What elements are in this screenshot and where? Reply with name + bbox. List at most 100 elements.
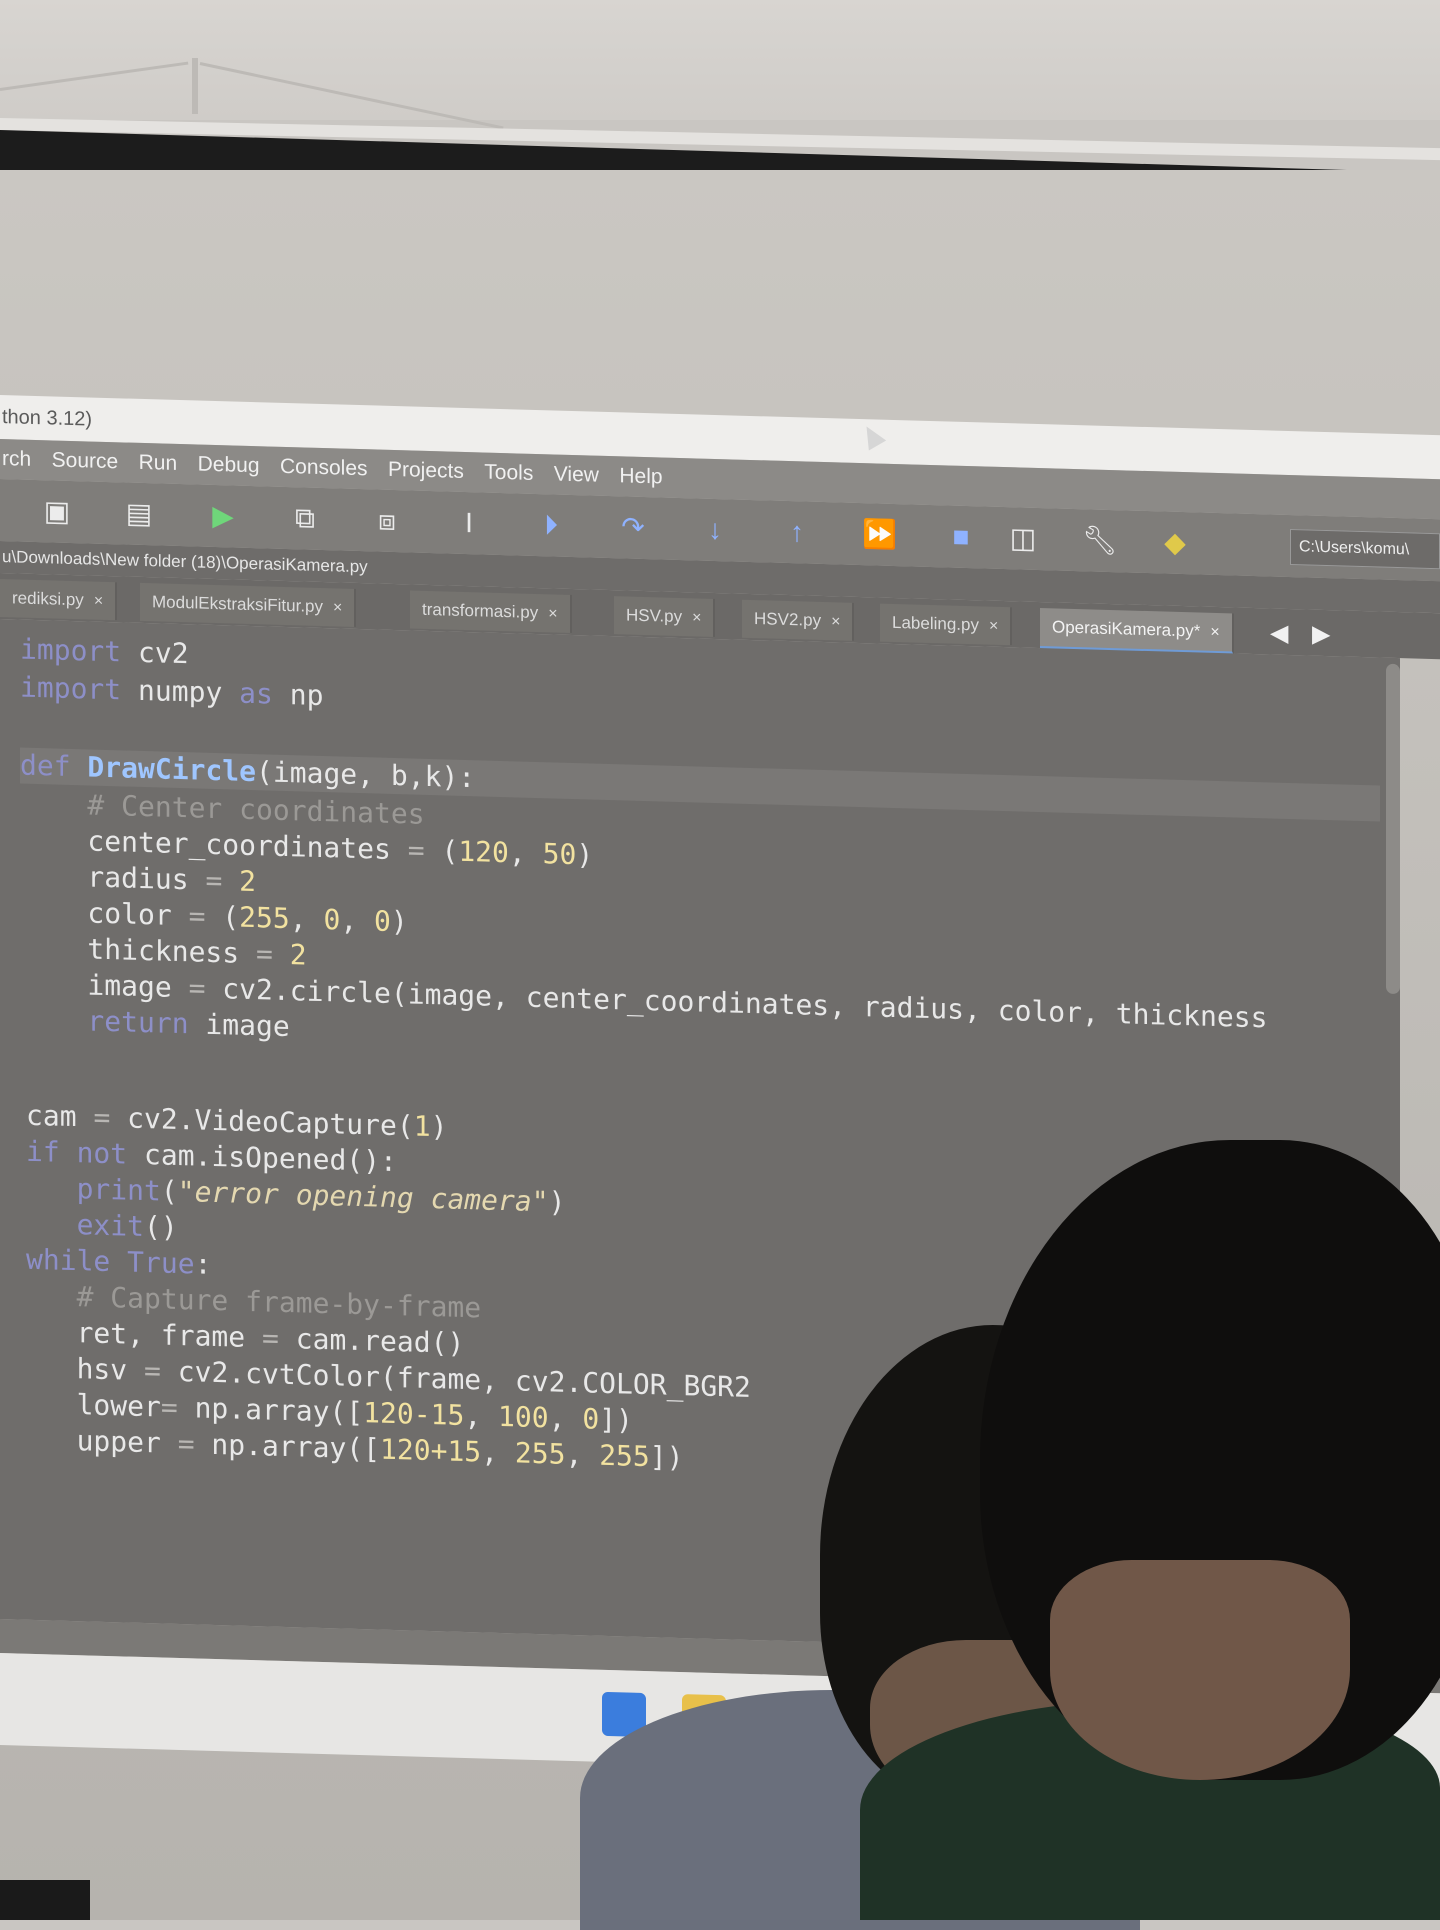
menu-run[interactable]: Run [139, 443, 178, 484]
number: 2 [222, 864, 257, 899]
tab-label: rediksi.py [12, 588, 84, 610]
code-text: ) [430, 1110, 448, 1144]
close-icon[interactable]: × [94, 593, 103, 610]
mount-post [192, 58, 198, 114]
operator: = [93, 1100, 111, 1135]
menu-view[interactable]: View [554, 454, 599, 495]
person-face [1050, 1560, 1350, 1780]
code-text: ret, frame [26, 1314, 263, 1355]
close-icon[interactable]: × [1210, 624, 1219, 641]
number: 0 [374, 904, 391, 938]
tab-label: OperasiKamera.py* [1052, 617, 1201, 641]
code-text: thickness [20, 930, 257, 971]
tab-labeling[interactable]: Labeling.py × [880, 603, 1013, 646]
menu-tools[interactable]: Tools [484, 453, 533, 494]
close-icon[interactable]: × [692, 609, 701, 626]
number: 50 [542, 837, 577, 872]
tab-modul-ekstraksi-fitur[interactable]: ModulEkstraksiFitur.py × [140, 582, 357, 627]
code-text: cam.read() [278, 1321, 465, 1360]
code-text: ]) [599, 1402, 633, 1437]
close-icon[interactable]: × [333, 599, 342, 616]
tab-hsv[interactable]: HSV.py × [614, 596, 716, 637]
run-icon[interactable]: ▶ [206, 499, 240, 534]
code-text: , [340, 903, 375, 938]
tab-hsv2[interactable]: HSV2.py × [742, 599, 855, 641]
editor-scrollbar[interactable] [1386, 663, 1400, 995]
code-text: ( [160, 1174, 178, 1208]
code-text: lower [26, 1386, 161, 1424]
keyword: def [20, 748, 71, 783]
keyword: as [239, 676, 273, 711]
code-text: , [464, 1398, 499, 1433]
operator: = [407, 833, 425, 867]
code-text: numpy [121, 673, 240, 710]
tab-prediksi[interactable]: rediksi.py × [0, 579, 118, 621]
function-name: DrawCircle [70, 749, 257, 789]
close-icon[interactable]: × [989, 618, 998, 635]
code-text: , [565, 1437, 600, 1472]
keyword: not [59, 1135, 128, 1171]
code-text: upper [26, 1422, 178, 1460]
tab-transformasi[interactable]: transformasi.py × [410, 590, 572, 633]
keyword: exit [26, 1206, 145, 1244]
save-all-icon[interactable]: ▤ [122, 496, 156, 531]
keyword: return [20, 1002, 189, 1041]
close-icon[interactable]: × [831, 613, 840, 630]
code-text: np.array([ [194, 1427, 381, 1466]
tab-label: transformasi.py [422, 599, 539, 623]
code-text: color [20, 894, 189, 933]
operator: = [188, 899, 206, 933]
maximize-pane-icon[interactable]: ◫ [1006, 521, 1040, 556]
operator: = [262, 1321, 279, 1355]
keyword: True [110, 1245, 195, 1281]
operator: = [205, 863, 223, 898]
step-return-icon[interactable]: ↑ [780, 515, 814, 550]
step-into-icon[interactable]: ↓ [698, 512, 732, 547]
menu-search[interactable]: rch [2, 439, 31, 480]
number: 100 [498, 1399, 549, 1435]
string-literal: "error opening camera" [177, 1174, 549, 1219]
code-text: , [289, 902, 324, 937]
operator: = [256, 937, 273, 971]
menu-debug[interactable]: Debug [198, 445, 260, 487]
debug-icon[interactable]: ⏵ [534, 508, 568, 543]
close-icon[interactable]: × [548, 605, 557, 622]
step-over-icon[interactable]: ↷ [616, 510, 650, 545]
code-text: ]) [649, 1440, 684, 1475]
save-icon[interactable]: ▣ [40, 494, 74, 529]
code-text: ) [548, 1185, 566, 1219]
keyword: import [20, 632, 122, 669]
code-text: np.array([ [177, 1390, 364, 1430]
tab-next-icon[interactable]: ▶ [1312, 616, 1330, 655]
menu-help[interactable]: Help [619, 456, 662, 497]
code-text: : [194, 1247, 212, 1281]
number: 2 [272, 937, 307, 972]
code-text: hsv [26, 1350, 145, 1388]
tab-prev-icon[interactable]: ◀ [1270, 614, 1288, 653]
menu-source[interactable]: Source [52, 440, 119, 482]
tab-label: Labeling.py [892, 612, 979, 635]
code-text: ( [205, 899, 240, 934]
menu-projects[interactable]: Projects [388, 450, 464, 492]
run-selection-icon[interactable]: I [452, 506, 486, 541]
code-line: while True: [26, 1242, 211, 1283]
code-line: import cv2 [20, 632, 189, 673]
code-text: , [508, 836, 543, 871]
preferences-icon[interactable]: 🔧︎ [1082, 523, 1118, 558]
run-cell-advance-icon[interactable]: ⧈ [370, 503, 404, 538]
code-line: exit() [26, 1206, 178, 1246]
code-text: , [548, 1401, 583, 1436]
operator: = [144, 1354, 161, 1388]
number: 255 [514, 1436, 566, 1471]
working-directory-field[interactable]: C:\Users\komu\ [1290, 529, 1440, 570]
code-text: cv2.VideoCapture( [110, 1101, 414, 1143]
stop-icon[interactable]: ■ [944, 519, 978, 554]
tab-label: ModulEkstraksiFitur.py [152, 592, 323, 617]
code-text: radius [20, 858, 206, 897]
code-text: () [144, 1210, 178, 1244]
continue-icon[interactable]: ⏩ [862, 517, 897, 552]
menu-consoles[interactable]: Consoles [280, 447, 368, 489]
operator: = [177, 1426, 195, 1461]
run-cell-icon[interactable]: ⧉ [288, 501, 322, 536]
python-path-icon[interactable]: ◆ [1158, 525, 1192, 560]
